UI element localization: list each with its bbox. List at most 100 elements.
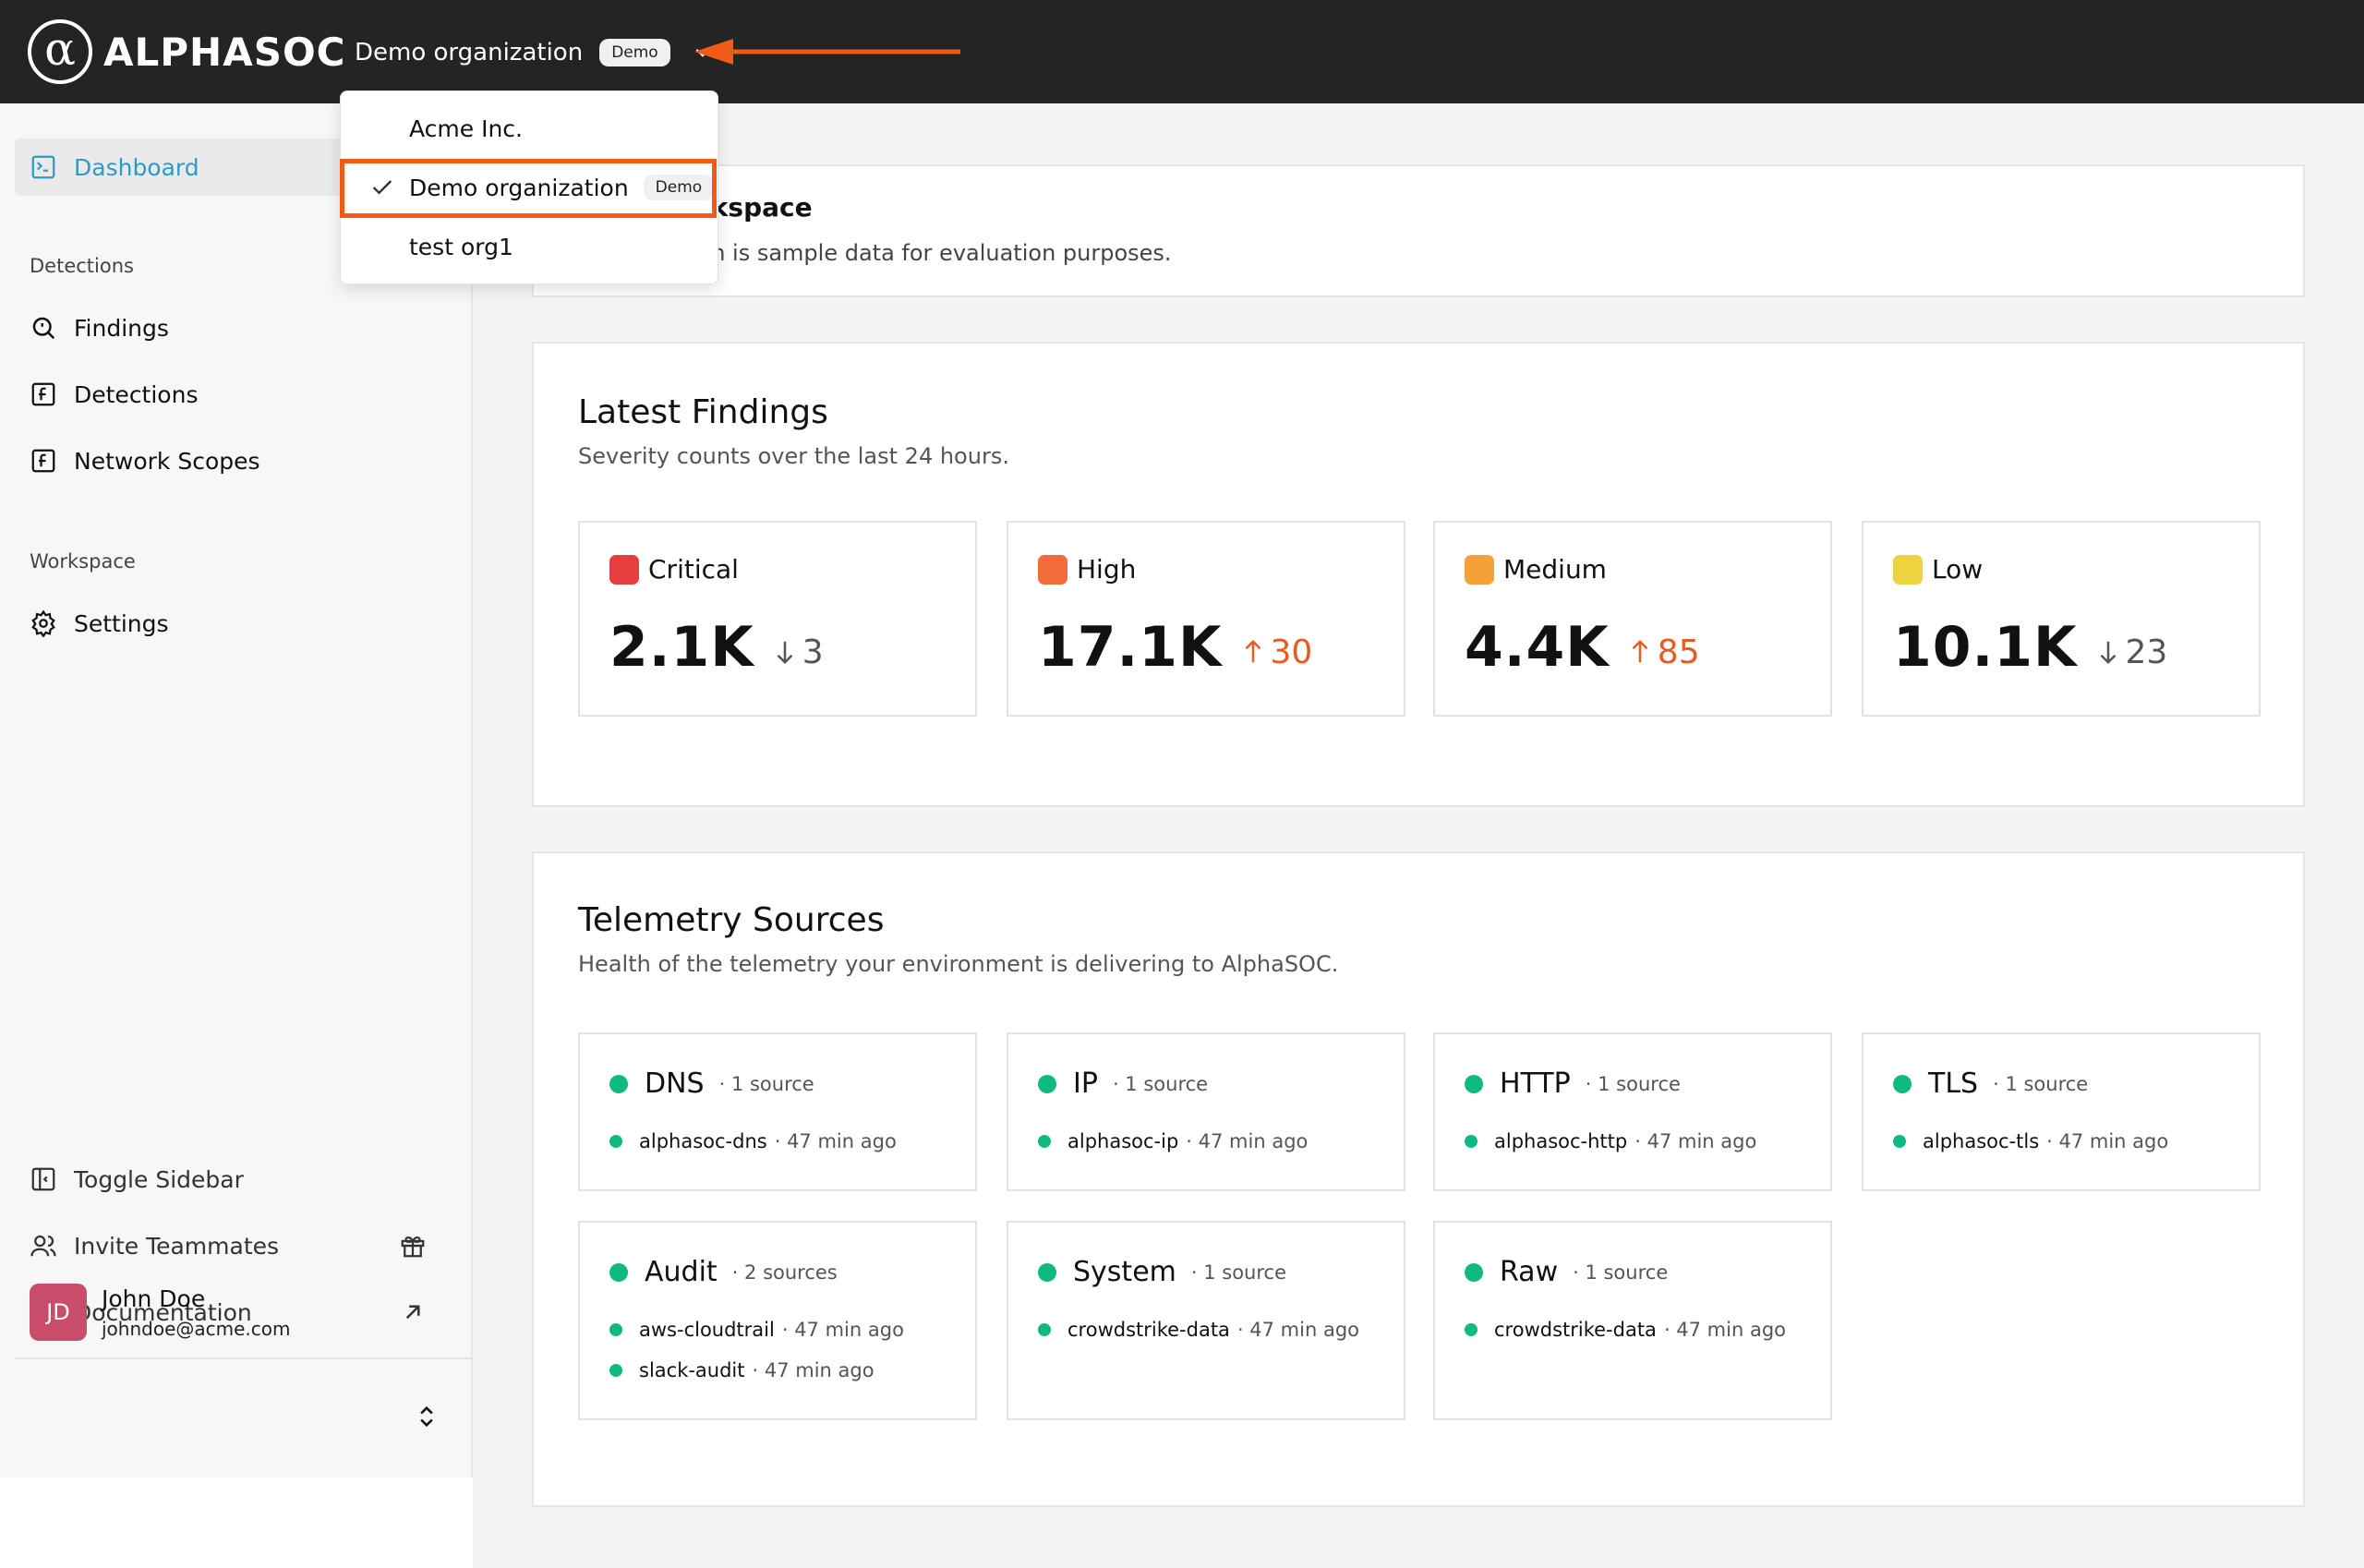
source-time: · 47 min ago: [1236, 1319, 1360, 1341]
telemetry-card-http[interactable]: HTTP · 1 source alphasoc-http · 47 min ago: [1433, 1032, 1832, 1191]
org-option-test-org1[interactable]: test org1: [341, 219, 718, 274]
status-dot-icon: [609, 1262, 628, 1282]
status-dot-icon: [1038, 1323, 1051, 1336]
demo-notice-panel: [532, 164, 2305, 297]
search-icon: [32, 317, 55, 340]
source-time: · 47 min ago: [2046, 1130, 2169, 1152]
source-name: alphasoc-ip: [1067, 1130, 1179, 1152]
source-count: · 1 source: [1585, 1072, 1681, 1095]
user-menu[interactable]: JD John Doe johndoe@acme.com: [30, 1284, 291, 1341]
telemetry-name: DNS: [645, 1067, 705, 1100]
telemetry-name: Audit: [645, 1256, 718, 1288]
high-severity-icon: [1038, 554, 1067, 585]
source-count: · 2 sources: [731, 1260, 838, 1284]
annotation-arrow-icon: [694, 39, 960, 65]
source-count: · 1 source: [1993, 1072, 2089, 1095]
sidebar-item-network-scopes[interactable]: Network Scopes: [15, 432, 458, 489]
critical-severity-icon: [609, 554, 639, 585]
severity-card-high[interactable]: High 17.1K 30: [1007, 521, 1405, 717]
org-option-label: test org1: [409, 233, 513, 260]
current-org-name: Demo organization: [355, 39, 584, 66]
arrow-down-icon: [777, 641, 793, 665]
alphasoc-logo[interactable]: α ALPHASOC: [28, 19, 345, 84]
org-switcher[interactable]: Demo organization Demo: [355, 31, 715, 74]
user-name: John Doe: [102, 1285, 206, 1312]
external-link-icon: [405, 1305, 420, 1320]
severity-card-critical[interactable]: Critical 2.1K 3: [578, 521, 977, 717]
sidebar-item-detections[interactable]: Detections: [15, 366, 458, 423]
severity-count: 2.1K: [609, 615, 754, 680]
function-icon: [31, 382, 55, 406]
status-dot-icon: [1465, 1074, 1483, 1093]
sidebar-item-label: Toggle Sidebar: [74, 1165, 244, 1193]
source-time: · 47 min ago: [774, 1130, 897, 1152]
severity-card-medium[interactable]: Medium 4.4K 85: [1433, 521, 1832, 717]
sidebar-item-findings[interactable]: Findings: [15, 299, 458, 356]
telemetry-name: IP: [1073, 1067, 1098, 1100]
telemetry-card-dns[interactable]: DNS · 1 source alphasoc-dns · 47 min ago: [578, 1032, 977, 1191]
telemetry-name: Raw: [1500, 1256, 1559, 1288]
telemetry-card-audit[interactable]: Audit · 2 sources aws-cloudtrail · 47 min …: [578, 1221, 977, 1420]
section-label-detections: Detections: [30, 255, 134, 277]
sidebar-item-label: Detections: [74, 380, 199, 408]
chevron-up-down-icon[interactable]: [414, 1404, 440, 1429]
top-bar: α ALPHASOC Demo organization Demo: [0, 0, 2364, 103]
sidebar-item-label: Findings: [74, 314, 169, 342]
sidebar-item-label: Dashboard: [74, 153, 199, 181]
source-name: alphasoc-dns: [639, 1130, 767, 1152]
sidebar-item-label: Network Scopes: [74, 447, 260, 475]
latest-findings-subtitle: Severity counts over the last 24 hours.: [578, 443, 1009, 469]
severity-delta: 30: [1270, 633, 1313, 671]
telemetry-card-tls[interactable]: TLS · 1 source alphasoc-tls · 47 min ago: [1862, 1032, 2261, 1191]
arrow-up-icon: [1245, 639, 1260, 663]
alpha-logo-icon: α: [28, 19, 92, 84]
sidebar-item-label: Invite Teammates: [74, 1232, 280, 1260]
severity-delta: 3: [802, 633, 824, 671]
sidebar-footer-space: [0, 1478, 473, 1568]
telemetry-name: System: [1073, 1256, 1176, 1288]
telemetry-card-ip[interactable]: IP · 1 source alphasoc-ip · 47 min ago: [1007, 1032, 1405, 1191]
source-time: · 47 min ago: [1634, 1130, 1757, 1152]
status-dot-icon: [609, 1074, 628, 1093]
avatar: JD: [30, 1284, 87, 1341]
telemetry-name: HTTP: [1500, 1067, 1571, 1100]
status-dot-icon: [609, 1135, 622, 1148]
function-icon: [31, 449, 55, 473]
low-severity-icon: [1893, 554, 1923, 585]
source-time: · 47 min ago: [752, 1359, 874, 1381]
org-option-label: Acme Inc.: [409, 115, 523, 142]
sidebar-item-invite-teammates[interactable]: Invite Teammates: [15, 1217, 458, 1274]
sidebar: Dashboard Detections Findings Detections…: [0, 103, 473, 1568]
sidebar-item-label: Settings: [74, 609, 169, 637]
org-option-acme[interactable]: Acme Inc.: [341, 101, 718, 156]
sidebar-item-toggle-sidebar[interactable]: Toggle Sidebar: [15, 1151, 458, 1208]
status-dot-icon: [1038, 1074, 1056, 1093]
gear-icon: [31, 609, 55, 637]
demo-notice-text: vn is sample data for evaluation purpose…: [698, 240, 1172, 266]
severity-count: 10.1K: [1893, 615, 2078, 680]
severity-label: Medium: [1503, 554, 1607, 585]
status-dot-icon: [1465, 1135, 1478, 1148]
brand-name: ALPHASOC: [103, 29, 346, 75]
source-count: · 1 source: [1573, 1260, 1669, 1284]
demo-badge: Demo: [599, 39, 670, 66]
source-time: · 47 min ago: [1663, 1319, 1787, 1341]
sidebar-item-settings[interactable]: Settings: [15, 595, 458, 652]
source-time: · 47 min ago: [1186, 1130, 1309, 1152]
latest-findings-title: Latest Findings: [578, 393, 828, 431]
severity-card-low[interactable]: Low 10.1K 23: [1862, 521, 2261, 717]
gift-icon: [401, 1236, 425, 1258]
telemetry-name: TLS: [1928, 1067, 1979, 1100]
status-dot-icon: [1893, 1135, 1906, 1148]
telemetry-card-raw[interactable]: Raw · 1 source crowdstrike-data · 47 min a…: [1433, 1221, 1832, 1420]
dashboard-icon: [31, 155, 55, 179]
source-name: alphasoc-http: [1494, 1130, 1628, 1152]
source-name: crowdstrike-data: [1067, 1319, 1230, 1341]
telemetry-sources-panel: Telemetry Sources Health of the telemetr…: [532, 851, 2305, 1507]
sidebar-divider: [15, 1357, 473, 1359]
severity-count: 17.1K: [1038, 615, 1223, 680]
telemetry-title: Telemetry Sources: [578, 901, 885, 939]
telemetry-card-system[interactable]: System · 1 source crowdstrike-data · 47 mi…: [1007, 1221, 1405, 1420]
status-dot-icon: [1893, 1074, 1912, 1093]
section-label-workspace: Workspace: [30, 550, 136, 573]
